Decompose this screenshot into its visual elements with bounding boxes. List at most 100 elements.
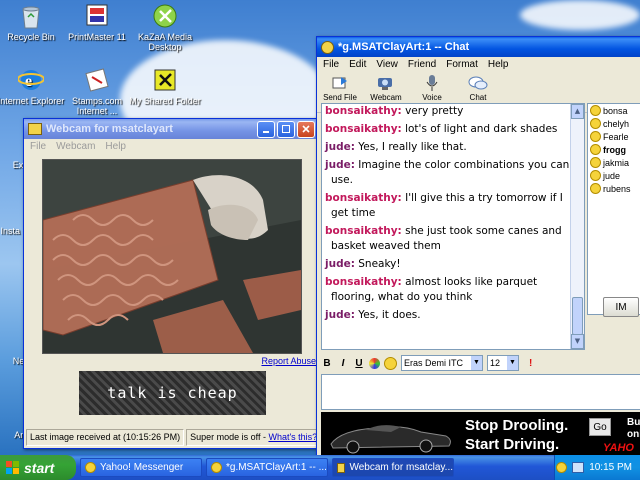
report-abuse-link[interactable]: Report Abuse xyxy=(261,356,316,366)
partial-icon xyxy=(0,130,21,158)
clock[interactable]: 10:15 PM xyxy=(589,462,632,473)
recycle-bin-icon xyxy=(17,2,45,30)
smiley-icon xyxy=(590,170,601,181)
desktop-icon-stamps[interactable]: Stamps.com Internet ... xyxy=(60,66,134,116)
alert-icon[interactable]: ! xyxy=(529,358,532,369)
voice-label: Voice xyxy=(422,93,442,102)
start-label: start xyxy=(24,459,55,476)
participant-item[interactable]: frogg xyxy=(588,143,640,156)
network-tray-icon[interactable] xyxy=(572,462,585,473)
smiley-icon xyxy=(590,105,601,116)
ad-brand-logo: YAHO xyxy=(603,442,634,454)
captcha-text: talk is cheap xyxy=(107,384,238,402)
participant-name: jude xyxy=(603,170,621,181)
partial-icon xyxy=(0,400,21,428)
message-sender[interactable]: bonsaikathy: xyxy=(325,105,402,117)
taskbar-button-webcam[interactable]: Webcam for msatclay... xyxy=(332,458,454,477)
participant-name: chelyh xyxy=(603,118,630,129)
scroll-up-arrow[interactable]: ▲ xyxy=(571,104,584,119)
message-sender[interactable]: jude: xyxy=(325,309,355,321)
menu-view[interactable]: View xyxy=(376,59,398,70)
font-value: Eras Demi ITC xyxy=(404,358,464,368)
taskbar-button-yahoo-messenger[interactable]: Yahoo! Messenger xyxy=(80,458,202,477)
smiley-icon xyxy=(590,131,601,142)
underline-button[interactable]: U xyxy=(353,358,365,369)
scroll-down-arrow[interactable]: ▼ xyxy=(571,334,584,349)
smiley-icon xyxy=(590,144,601,155)
advertisement-banner[interactable]: Stop Drooling. Start Driving. Go Buy onl… xyxy=(321,412,640,458)
taskbar-button-chat[interactable]: *g.MSATClayArt:1 -- ... xyxy=(206,458,328,477)
taskbar: start Yahoo! Messenger *g.MSATClayArt:1 … xyxy=(0,455,640,480)
webcam-titlebar[interactable]: Webcam for msatclayart xyxy=(24,119,319,139)
participant-item[interactable]: rubens xyxy=(588,182,640,195)
maximize-button[interactable] xyxy=(277,120,295,138)
yahoo-tray-icon[interactable] xyxy=(556,462,568,473)
yahoo-messenger-icon xyxy=(85,462,96,473)
transcript-scrollbar[interactable]: ▲ ▼ xyxy=(570,104,584,349)
chat-message: bonsaikathy: almost looks like parquet f… xyxy=(325,275,570,305)
chat-icon xyxy=(211,462,222,473)
message-input[interactable] xyxy=(321,374,640,410)
chat-transcript[interactable]: bonsaikathy: very pretty bonsaikathy: lot… xyxy=(321,103,585,350)
color-palette-icon[interactable] xyxy=(369,357,380,369)
participant-item[interactable]: bonsa xyxy=(588,104,640,117)
chevron-down-icon: ▼ xyxy=(471,356,482,370)
message-text: Sneaky! xyxy=(358,258,401,270)
cloud xyxy=(520,0,640,30)
participant-item[interactable]: jakmia xyxy=(588,156,640,169)
message-text: Imagine the color combinations you can u… xyxy=(331,159,570,186)
taskbar-button-label: *g.MSATClayArt:1 -- ... xyxy=(226,462,327,473)
message-sender[interactable]: jude: xyxy=(325,159,355,171)
ad-go-button[interactable]: Go xyxy=(589,418,611,436)
menu-help[interactable]: Help xyxy=(105,141,126,152)
desktop-icon-internet-explorer[interactable]: e Internet Explorer xyxy=(0,66,68,106)
chat-message: jude: Imagine the color combinations you… xyxy=(325,158,570,188)
minimize-button[interactable] xyxy=(257,120,275,138)
chat-message: bonsaikathy: she just took some canes an… xyxy=(325,224,570,254)
desktop-icon-shared-folder[interactable]: My Shared Folder xyxy=(128,66,202,106)
system-tray: 10:15 PM xyxy=(554,455,640,480)
font-select[interactable]: Eras Demi ITC ▼ xyxy=(401,355,483,371)
chat-message: jude: Yes, it does. xyxy=(325,308,570,323)
italic-button[interactable]: I xyxy=(337,358,349,369)
im-button[interactable]: IM xyxy=(603,297,639,317)
menu-webcam[interactable]: Webcam xyxy=(56,141,95,152)
participant-item[interactable]: jude xyxy=(588,169,640,182)
menu-format[interactable]: Format xyxy=(446,59,478,70)
font-size-select[interactable]: 12 ▼ xyxy=(487,355,519,371)
chat-message: jude: Yes, I really like that. xyxy=(325,140,570,155)
emoticon-icon[interactable] xyxy=(384,356,397,370)
internet-explorer-icon: e xyxy=(17,66,45,94)
chat-message: jude: Sneaky! xyxy=(325,257,570,272)
message-sender[interactable]: bonsaikathy: xyxy=(325,192,402,204)
message-sender[interactable]: bonsaikathy: xyxy=(325,225,402,237)
scroll-thumb[interactable] xyxy=(572,297,583,335)
smiley-icon xyxy=(590,183,601,194)
chat-window-title: *g.MSATClayArt:1 -- Chat xyxy=(338,41,470,53)
menu-friend[interactable]: Friend xyxy=(408,59,436,70)
smiley-icon xyxy=(590,157,601,168)
webcam-window: Webcam for msatclayart File Webcam Help xyxy=(23,118,322,449)
message-sender[interactable]: bonsaikathy: xyxy=(325,276,402,288)
chat-titlebar[interactable]: *g.MSATClayArt:1 -- Chat xyxy=(317,37,640,57)
chat-menubar: File Edit View Friend Format Help xyxy=(317,57,640,72)
menu-file[interactable]: File xyxy=(30,141,46,152)
participant-item[interactable]: chelyh xyxy=(588,117,640,130)
desktop-icon-printmaster[interactable]: PrintMaster 11 xyxy=(60,2,134,42)
windows-logo-icon xyxy=(6,460,19,474)
desktop-icon-recycle-bin[interactable]: Recycle Bin xyxy=(0,2,68,42)
participant-name: jakmia xyxy=(603,157,630,168)
message-sender[interactable]: jude: xyxy=(325,258,355,270)
message-sender[interactable]: bonsaikathy: xyxy=(325,123,402,135)
desktop-icon-kazaa[interactable]: KaZaA Media Desktop xyxy=(128,2,202,52)
message-sender[interactable]: jude: xyxy=(325,141,355,153)
menu-file[interactable]: File xyxy=(323,59,339,70)
menu-help[interactable]: Help xyxy=(488,59,509,70)
close-button[interactable] xyxy=(297,120,315,138)
chat-message: bonsaikathy: lot's of light and dark sha… xyxy=(325,122,570,137)
participant-item[interactable]: Fearle xyxy=(588,130,640,143)
whats-this-link[interactable]: What's this? xyxy=(268,432,317,442)
bold-button[interactable]: B xyxy=(321,358,333,369)
start-button[interactable]: start xyxy=(0,455,76,480)
menu-edit[interactable]: Edit xyxy=(349,59,366,70)
